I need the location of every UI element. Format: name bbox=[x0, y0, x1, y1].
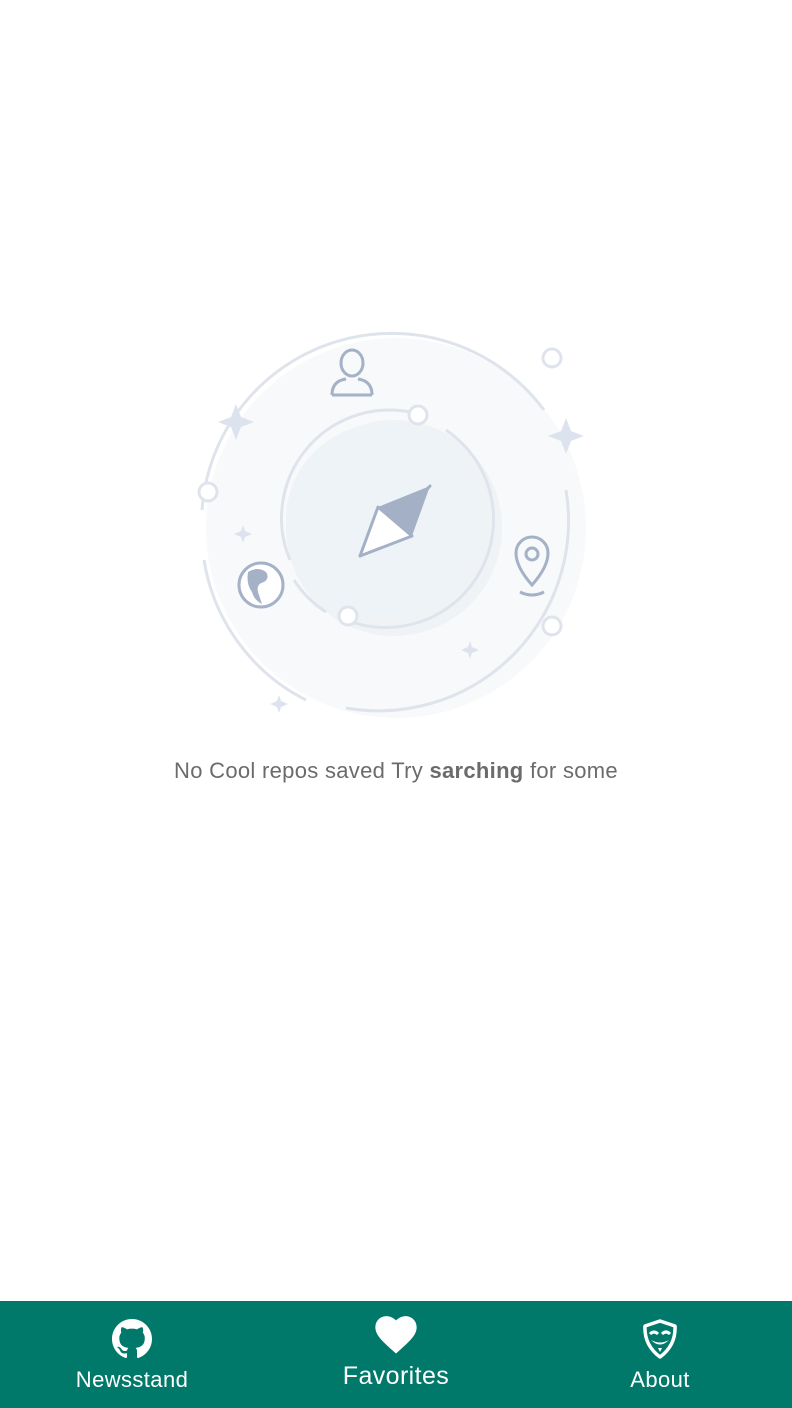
empty-message-tail: for some bbox=[523, 758, 618, 783]
favorites-screen: No Cool repos saved Try sarching for som… bbox=[0, 0, 792, 1408]
globe-glyph bbox=[237, 561, 285, 609]
tab-newsstand[interactable]: Newsstand bbox=[0, 1301, 264, 1408]
compass-illustration bbox=[197, 331, 586, 718]
tab-about-label: About bbox=[630, 1367, 690, 1392]
empty-message: No Cool repos saved Try sarching for som… bbox=[174, 758, 618, 784]
bottom-tab-bar: Newsstand Favorites About bbox=[0, 1301, 792, 1408]
heart-icon bbox=[375, 1314, 417, 1356]
tab-favorites-label: Favorites bbox=[342, 1362, 450, 1390]
empty-state: No Cool repos saved Try sarching for som… bbox=[0, 320, 792, 784]
tab-favorites[interactable]: Favorites bbox=[264, 1301, 528, 1408]
empty-message-emphasis[interactable]: sarching bbox=[429, 758, 523, 783]
github-icon bbox=[111, 1318, 153, 1360]
mask-icon bbox=[639, 1318, 681, 1360]
empty-message-lead: No Cool repos saved Try bbox=[174, 758, 430, 783]
tab-about[interactable]: About bbox=[528, 1301, 792, 1408]
tab-newsstand-label: Newsstand bbox=[75, 1367, 189, 1392]
